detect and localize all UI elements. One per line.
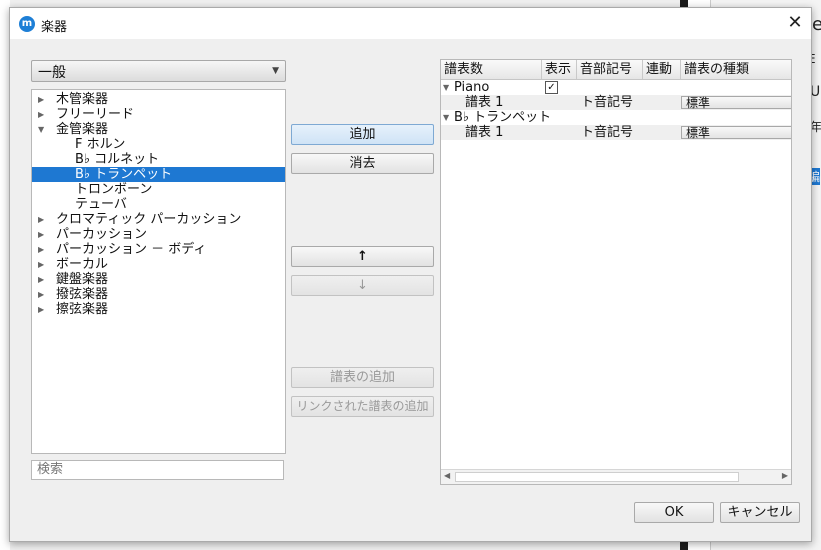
- expand-arrow-icon[interactable]: ▼: [443, 80, 449, 95]
- visible-checkbox[interactable]: ✓: [545, 81, 558, 94]
- tree-item-label: 鍵盤楽器: [56, 272, 109, 287]
- tree-item-label: トロンボーン: [75, 182, 153, 197]
- tree-item-label: F ホルン: [75, 137, 126, 152]
- close-button[interactable]: ✕: [783, 11, 807, 35]
- collapsed-arrow-icon[interactable]: ▶: [38, 287, 44, 302]
- tree-item-label: 金管楽器: [56, 122, 109, 137]
- app-logo-icon: m: [19, 16, 35, 32]
- column-header-clef[interactable]: 音部記号: [577, 60, 643, 79]
- staff-table-header: 譜表数 表示 音部記号 連動 譜表の種類: [441, 60, 791, 80]
- tree-item[interactable]: ▶ ボーカル: [32, 257, 285, 272]
- remove-button[interactable]: 消去: [291, 153, 434, 174]
- tree-item[interactable]: ▶ 鍵盤楽器: [32, 272, 285, 287]
- collapsed-arrow-icon[interactable]: ▶: [38, 257, 44, 272]
- tree-item-label: パーカッション － ボディ: [56, 242, 207, 257]
- column-header-staff-type[interactable]: 譜表の種類: [681, 60, 791, 79]
- background-text-fragment: e: [812, 14, 821, 35]
- search-input[interactable]: [31, 460, 284, 480]
- title-bar: m 楽器 ✕: [10, 8, 811, 39]
- dialog-title: 楽器: [41, 20, 68, 35]
- staff-type-select[interactable]: 標準: [681, 126, 791, 140]
- clef-value[interactable]: ト音記号: [581, 95, 633, 110]
- scrollbar-thumb[interactable]: [455, 472, 739, 482]
- chevron-down-icon: ▼: [272, 66, 279, 76]
- table-row-instrument[interactable]: ▼ Piano ✓: [441, 80, 791, 95]
- collapsed-arrow-icon[interactable]: ▶: [38, 302, 44, 317]
- tree-item[interactable]: ▶ 擦弦楽器: [32, 302, 285, 317]
- tree-item[interactable]: B♭ コルネット: [32, 152, 285, 167]
- expanded-arrow-icon[interactable]: ▼: [38, 122, 44, 137]
- tree-item[interactable]: ▶ パーカッション: [32, 227, 285, 242]
- tree-item-label: パーカッション: [56, 227, 148, 242]
- category-dropdown[interactable]: 一般 ▼: [31, 60, 286, 82]
- tree-item[interactable]: ▶ パーカッション － ボディ: [32, 242, 285, 257]
- tree-item[interactable]: ▼ 金管楽器: [32, 122, 285, 137]
- table-row-instrument[interactable]: ▼ B♭ トランペット: [441, 110, 791, 125]
- cancel-button[interactable]: キャンセル: [720, 502, 800, 523]
- staff-type-select[interactable]: 標準: [681, 96, 791, 110]
- tree-item[interactable]: テューバ: [32, 197, 285, 212]
- table-row-staff[interactable]: 譜表 1 ト音記号 標準: [441, 95, 791, 110]
- instrument-name: B♭ トランペット: [454, 110, 552, 125]
- tree-item[interactable]: ▶ フリーリード: [32, 107, 285, 122]
- tree-item[interactable]: ▶ 撥弦楽器: [32, 287, 285, 302]
- clef-value[interactable]: ト音記号: [581, 125, 633, 140]
- tree-item-label: フリーリード: [56, 107, 135, 122]
- horizontal-scrollbar[interactable]: ◀ ▶: [441, 469, 791, 484]
- tree-item[interactable]: トロンボーン: [32, 182, 285, 197]
- collapsed-arrow-icon[interactable]: ▶: [38, 92, 44, 107]
- tree-item-label: クロマティック パーカッション: [56, 212, 242, 227]
- expand-arrow-icon[interactable]: ▼: [443, 110, 449, 125]
- instrument-tree[interactable]: ▶ 木管楽器 ▶ フリーリード ▼ 金管楽器 F ホルン B♭ コルネット B♭ トランペットト…: [31, 89, 286, 454]
- category-selected-value: 一般: [38, 65, 66, 81]
- collapsed-arrow-icon[interactable]: ▶: [38, 212, 44, 227]
- tree-item[interactable]: B♭ トランペット: [32, 167, 285, 182]
- collapsed-arrow-icon[interactable]: ▶: [38, 227, 44, 242]
- tree-item-label: テューバ: [75, 197, 127, 212]
- add-button[interactable]: 追加: [291, 124, 434, 145]
- collapsed-arrow-icon[interactable]: ▶: [38, 107, 44, 122]
- instrument-name: Piano: [454, 80, 490, 95]
- column-header-staves[interactable]: 譜表数: [441, 60, 542, 79]
- instruments-dialog: m 楽器 ✕ 一般 ▼ ▶ 木管楽器 ▶ フリーリード ▼ 金管楽器 F ホルン B♭ コルネ…: [9, 7, 812, 542]
- move-up-button[interactable]: ↑: [291, 246, 434, 267]
- tree-item-label: B♭ コルネット: [75, 152, 160, 167]
- staff-name: 譜表 1: [465, 95, 504, 110]
- ok-button[interactable]: OK: [634, 502, 714, 523]
- collapsed-arrow-icon[interactable]: ▶: [38, 242, 44, 257]
- column-header-visible[interactable]: 表示: [542, 60, 577, 79]
- column-header-linked[interactable]: 連動: [643, 60, 681, 79]
- add-staff-button[interactable]: 譜表の追加: [291, 367, 434, 388]
- tree-item[interactable]: F ホルン: [32, 137, 285, 152]
- table-row-staff[interactable]: 譜表 1 ト音記号 標準: [441, 125, 791, 140]
- move-down-button[interactable]: ↓: [291, 275, 434, 296]
- scroll-right-icon[interactable]: ▶: [782, 471, 788, 480]
- collapsed-arrow-icon[interactable]: ▶: [38, 272, 44, 287]
- staff-table[interactable]: 譜表数 表示 音部記号 連動 譜表の種類 ▼ Piano ✓ 譜表 1 ト音記号…: [440, 59, 792, 485]
- tree-item-label: ボーカル: [56, 257, 109, 272]
- tree-item-label: 撥弦楽器: [56, 287, 109, 302]
- tree-item-label: 木管楽器: [56, 92, 109, 107]
- scroll-left-icon[interactable]: ◀: [444, 471, 450, 480]
- add-linked-staff-button[interactable]: リンクされた譜表の追加: [291, 396, 434, 417]
- tree-item-label: B♭ トランペット: [75, 167, 173, 182]
- tree-item[interactable]: ▶ クロマティック パーカッション: [32, 212, 285, 227]
- tree-item[interactable]: ▶ 木管楽器: [32, 92, 285, 107]
- tree-item-label: 擦弦楽器: [56, 302, 109, 317]
- staff-name: 譜表 1: [465, 125, 504, 140]
